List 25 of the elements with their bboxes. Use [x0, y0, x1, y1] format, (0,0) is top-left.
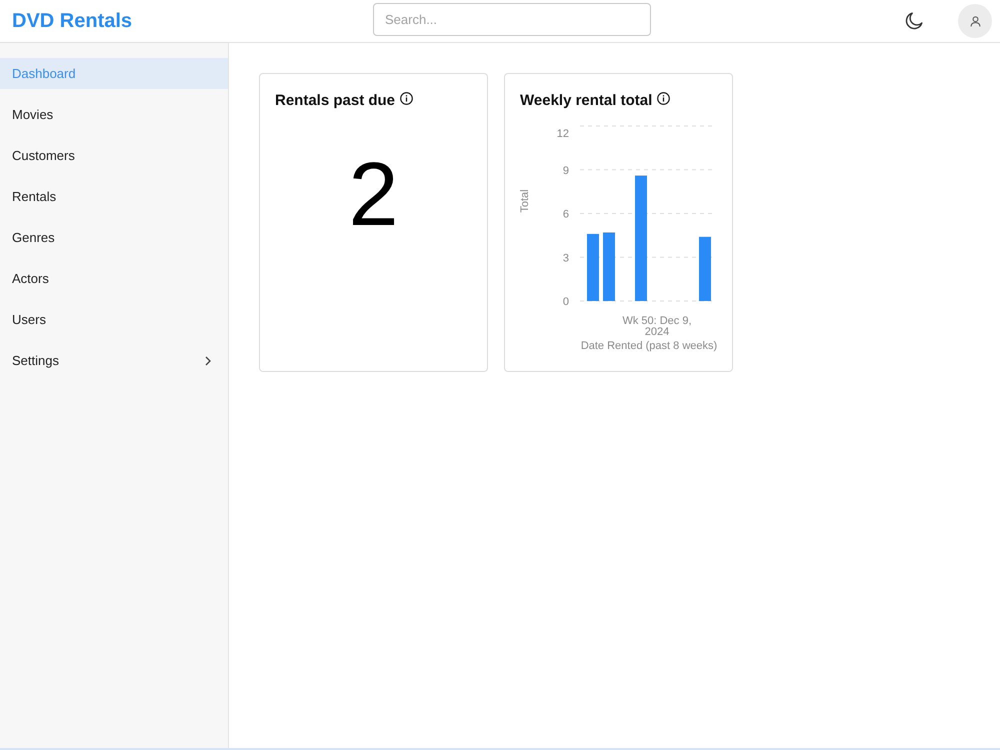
- sidebar-item[interactable]: Customers: [0, 140, 228, 171]
- y-tick-label: 0: [562, 296, 569, 308]
- card-title: Weekly rental total: [520, 92, 652, 108]
- y-tick-label: 12: [556, 128, 569, 140]
- sidebar-item[interactable]: Actors: [0, 263, 228, 294]
- sidebar-item[interactable]: Users: [0, 304, 228, 335]
- y-tick-label: 3: [562, 252, 569, 264]
- sidebar-item[interactable]: Genres: [0, 222, 228, 253]
- info-icon[interactable]: [657, 92, 670, 104]
- moon-icon[interactable]: [905, 12, 923, 30]
- stat-value: 2: [347, 150, 400, 240]
- info-icon[interactable]: [400, 92, 414, 104]
- card-title: Rentals past due: [275, 92, 396, 108]
- search-field[interactable]: Search...: [373, 2, 651, 36]
- chevron-right-icon: [205, 356, 211, 366]
- y-tick-label: 9: [562, 164, 569, 177]
- person-icon: [970, 16, 980, 26]
- sidebar-item[interactable]: Rentals: [0, 181, 228, 212]
- sidebar-item[interactable]: Settings: [0, 345, 228, 376]
- x-axis-title: Date Rented (past 8 weeks): [580, 340, 718, 352]
- sidebar-item[interactable]: Movies: [0, 99, 228, 130]
- x-tick-label: Wk 50: Dec 9, 2024: [621, 316, 693, 338]
- avatar-button[interactable]: [958, 4, 992, 38]
- y-axis-title: Total: [519, 189, 531, 213]
- y-tick-label: 6: [562, 208, 569, 220]
